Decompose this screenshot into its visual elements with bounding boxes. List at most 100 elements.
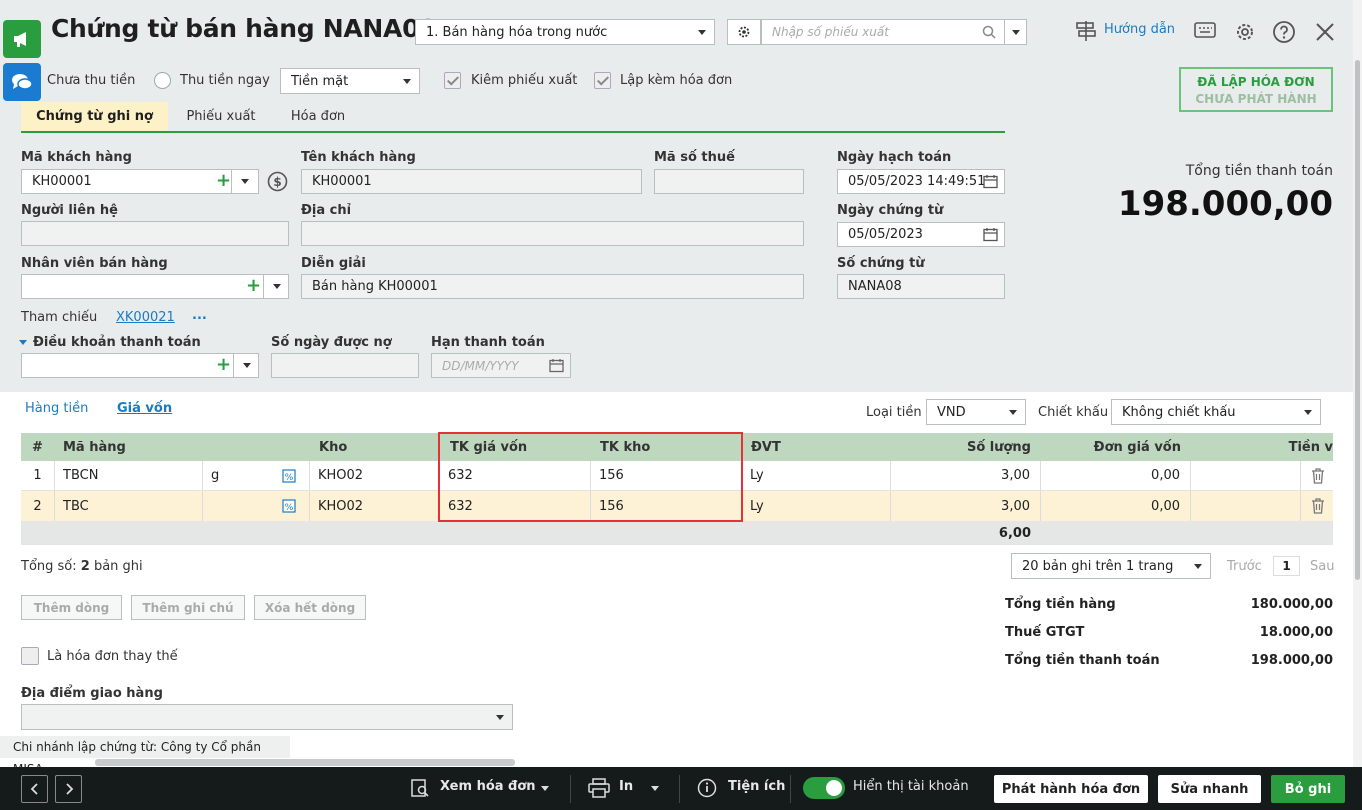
utilities-button[interactable]: Tiện ích xyxy=(728,779,785,794)
calendar-icon[interactable] xyxy=(983,174,998,189)
chevron-down-icon[interactable] xyxy=(651,786,659,791)
add-icon[interactable]: + xyxy=(216,172,231,190)
tax-code-input[interactable] xyxy=(654,169,804,194)
col-header-unit[interactable]: ĐVT xyxy=(743,433,891,461)
unit-cost-cell[interactable]: 0,00 xyxy=(1041,491,1191,521)
add-row-button[interactable]: Thêm dòng xyxy=(21,595,122,620)
with-delivery-label[interactable]: Kiêm phiếu xuất xyxy=(471,73,577,88)
chevron-down-icon[interactable] xyxy=(241,179,249,184)
print-button[interactable]: In xyxy=(619,779,633,794)
item-code-cell[interactable]: TBCN xyxy=(55,461,203,490)
close-icon[interactable] xyxy=(1314,21,1336,43)
add-icon[interactable]: + xyxy=(216,356,231,374)
paid-now-label[interactable]: Thu tiền ngay xyxy=(180,73,270,88)
with-delivery-checkbox[interactable] xyxy=(444,72,461,89)
promotion-icon[interactable]: % xyxy=(282,469,296,483)
scrollbar-thumb[interactable] xyxy=(1355,60,1360,580)
add-icon[interactable]: + xyxy=(246,277,261,295)
current-page[interactable]: 1 xyxy=(1273,556,1300,576)
amount-cell[interactable] xyxy=(1191,491,1301,521)
unpaid-label[interactable]: Chưa thu tiền xyxy=(47,73,135,88)
col-header-quantity[interactable]: Số lượng xyxy=(891,433,1041,461)
salesperson-input[interactable]: + xyxy=(21,274,289,299)
currency-select[interactable]: VND xyxy=(926,399,1026,425)
amount-cell[interactable] xyxy=(1191,461,1301,490)
keyboard-icon[interactable] xyxy=(1193,20,1217,42)
col-header-unit-cost[interactable]: Đơn giá vốn xyxy=(1041,433,1191,461)
unit-cost-cell[interactable]: 0,00 xyxy=(1041,461,1191,490)
quantity-cell[interactable]: 3,00 xyxy=(891,461,1041,490)
prev-page-button[interactable]: Trước xyxy=(1227,559,1262,574)
delivery-place-select[interactable] xyxy=(21,704,513,730)
with-invoice-label[interactable]: Lập kèm hóa đơn xyxy=(620,73,732,88)
voucher-no-input[interactable]: NANA08 xyxy=(837,274,1005,299)
view-invoice-icon[interactable] xyxy=(410,778,430,798)
search-dropdown-button[interactable] xyxy=(1004,19,1027,45)
customer-name-input[interactable]: KH00001 xyxy=(301,169,642,194)
with-invoice-checkbox[interactable] xyxy=(594,72,611,89)
horizontal-scrollbar[interactable] xyxy=(95,759,515,766)
settings-icon[interactable] xyxy=(1233,20,1257,44)
payment-method-select[interactable]: Tiền mặt xyxy=(280,68,420,94)
delete-all-rows-button[interactable]: Xóa hết dòng xyxy=(254,595,366,620)
payment-terms-input[interactable]: + xyxy=(21,353,259,378)
voucher-type-select[interactable]: 1. Bán hàng hóa trong nước xyxy=(415,19,715,45)
collapse-caret-icon[interactable] xyxy=(19,340,27,345)
chevron-down-icon[interactable] xyxy=(273,284,281,289)
col-header-warehouse[interactable]: Kho xyxy=(311,433,439,461)
unit-cell[interactable]: Ly xyxy=(742,461,891,490)
vertical-scrollbar[interactable] xyxy=(1353,0,1362,767)
discard-button[interactable]: Bỏ ghi xyxy=(1271,775,1345,803)
replacement-invoice-label[interactable]: Là hóa đơn thay thế xyxy=(47,649,178,664)
posting-date-input[interactable]: 05/05/2023 14:49:51 xyxy=(837,169,1005,194)
issue-invoice-button[interactable]: Phát hành hóa đơn xyxy=(994,775,1148,803)
description-input[interactable]: Bán hàng KH00001 xyxy=(301,274,804,299)
calendar-icon[interactable] xyxy=(549,358,564,373)
reference-more-button[interactable]: ... xyxy=(192,308,207,323)
info-icon[interactable] xyxy=(697,778,717,798)
paid-now-radio[interactable] xyxy=(154,72,171,89)
warehouse-cell[interactable]: KHO02 xyxy=(310,461,440,490)
promotion-icon[interactable]: % xyxy=(282,499,296,513)
quantity-cell[interactable]: 3,00 xyxy=(891,491,1041,521)
chevron-down-icon[interactable] xyxy=(541,786,549,791)
item-code-cell[interactable]: TBC xyxy=(55,491,203,521)
col-header-item-code[interactable]: Mã hàng xyxy=(55,433,311,461)
trash-icon[interactable] xyxy=(1311,498,1325,514)
replacement-invoice-checkbox[interactable] xyxy=(21,647,39,665)
contact-input[interactable] xyxy=(21,221,289,246)
unit-cell[interactable]: Ly xyxy=(742,491,891,521)
tab-cost[interactable]: Giá vốn xyxy=(117,401,172,416)
printer-icon[interactable] xyxy=(588,778,610,798)
chat-icon[interactable] xyxy=(3,63,41,101)
tab-delivery-note[interactable]: Phiếu xuất xyxy=(173,102,269,131)
next-record-button[interactable] xyxy=(55,775,82,803)
page-size-select[interactable]: 20 bản ghi trên 1 trang xyxy=(1011,553,1211,579)
quick-edit-button[interactable]: Sửa nhanh xyxy=(1158,775,1261,803)
reference-link[interactable]: XK00021 xyxy=(116,310,175,325)
search-settings-button[interactable] xyxy=(727,19,761,45)
tab-invoice[interactable]: Hóa đơn xyxy=(273,102,363,131)
prev-record-button[interactable] xyxy=(21,775,48,803)
show-accounts-label[interactable]: Hiển thị tài khoản xyxy=(853,779,969,794)
due-date-input[interactable]: DD/MM/YYYY xyxy=(431,353,571,378)
add-note-button[interactable]: Thêm ghi chú xyxy=(131,595,245,620)
view-invoice-button[interactable]: Xem hóa đơn xyxy=(440,779,536,794)
announcement-icon[interactable] xyxy=(3,20,41,58)
address-input[interactable] xyxy=(301,221,804,246)
tab-money[interactable]: Hàng tiền xyxy=(25,401,88,416)
credit-days-input[interactable] xyxy=(271,353,419,378)
signpost-icon[interactable] xyxy=(1075,20,1097,42)
discount-select[interactable]: Không chiết khấu xyxy=(1111,399,1321,425)
col-header-amount[interactable]: Tiền v xyxy=(1191,433,1333,461)
trash-icon[interactable] xyxy=(1311,468,1325,484)
voucher-date-input[interactable]: 05/05/2023 xyxy=(837,222,1005,247)
help-link[interactable]: Hướng dẫn xyxy=(1104,22,1175,37)
dollar-icon[interactable]: $ xyxy=(267,171,288,192)
show-accounts-toggle[interactable] xyxy=(803,777,845,799)
warehouse-cell[interactable]: KHO02 xyxy=(310,491,440,521)
help-icon[interactable] xyxy=(1272,20,1296,44)
delivery-search-input[interactable]: Nhập số phiếu xuất xyxy=(761,19,1005,45)
chevron-down-icon[interactable] xyxy=(243,363,251,368)
tab-debit-voucher[interactable]: Chứng từ ghi nợ xyxy=(21,102,168,131)
